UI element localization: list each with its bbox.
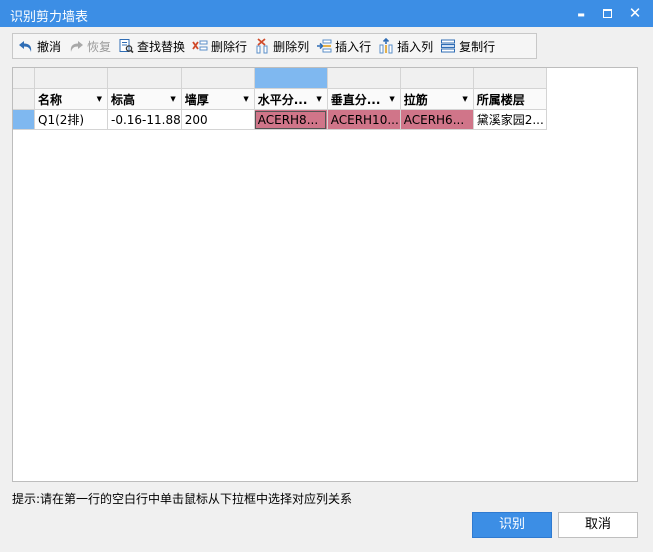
mapping-cell[interactable]: [107, 68, 182, 89]
delete-row-icon: [192, 40, 208, 51]
cell-floor[interactable]: 黛溪家园2...: [472, 109, 547, 130]
mapping-cell[interactable]: [472, 68, 547, 89]
mapping-cell[interactable]: [34, 68, 108, 89]
cell-elevation[interactable]: -0.16-11.88: [107, 109, 182, 130]
chevron-down-icon[interactable]: ▼: [316, 95, 321, 103]
insert-row-label: 插入行: [335, 39, 372, 54]
undo-button[interactable]: 撤消: [15, 35, 65, 57]
redo-icon: [70, 41, 84, 52]
toolbar: 撤消 恢复 查找替换 删除行 删除列 插入行 插入列 复制行: [12, 33, 537, 59]
mapping-cell[interactable]: [180, 68, 255, 89]
table-row: Q1(2排) -0.16-11.88 200 ACERH8... ACERH10…: [13, 109, 547, 130]
maximize-button[interactable]: [597, 4, 617, 22]
delete-column-button[interactable]: 删除列: [251, 35, 313, 57]
header-corner: [13, 88, 35, 110]
window-title: 识别剪力墙表: [10, 10, 89, 25]
find-replace-button[interactable]: 查找替换: [115, 35, 189, 57]
delete-row-label: 删除行: [211, 39, 248, 54]
row-selector[interactable]: [13, 109, 35, 130]
header-row: 名称 ▼ 标高 ▼ 墙厚 ▼ 水平分... ▼ 垂直分... ▼ 拉筋 ▼ 所属楼层: [13, 88, 547, 110]
chevron-down-icon[interactable]: ▼: [462, 95, 467, 103]
column-header-floor[interactable]: 所属楼层: [472, 88, 547, 110]
insert-row-icon: [317, 39, 332, 53]
maximize-icon: [602, 9, 612, 18]
recognition-grid[interactable]: 名称 ▼ 标高 ▼ 墙厚 ▼ 水平分... ▼ 垂直分... ▼ 拉筋 ▼ 所属楼层 Q1(…: [12, 67, 638, 482]
insert-column-button[interactable]: 插入列: [375, 35, 437, 57]
find-replace-icon: [119, 39, 134, 54]
chevron-down-icon[interactable]: ▼: [170, 95, 175, 103]
grid-table: 名称 ▼ 标高 ▼ 墙厚 ▼ 水平分... ▼ 垂直分... ▼ 拉筋 ▼ 所属楼层 Q1(…: [13, 68, 547, 130]
chevron-down-icon[interactable]: ▼: [243, 95, 248, 103]
redo-label: 恢复: [87, 39, 112, 54]
chevron-down-icon[interactable]: ▼: [97, 95, 102, 103]
cell-horizontal[interactable]: ACERH8...: [253, 109, 328, 130]
cell-name[interactable]: Q1(2排): [34, 109, 108, 130]
copy-row-label: 复制行: [459, 39, 496, 54]
column-header-name[interactable]: 名称 ▼: [34, 88, 108, 110]
mapping-cell[interactable]: [399, 68, 474, 89]
insert-column-label: 插入列: [397, 39, 434, 54]
column-header-horizontal[interactable]: 水平分... ▼: [253, 88, 328, 110]
mapping-cell[interactable]: [326, 68, 401, 89]
chevron-down-icon[interactable]: ▼: [389, 95, 394, 103]
delete-row-button[interactable]: 删除行: [189, 35, 251, 57]
insert-row-button[interactable]: 插入行: [313, 35, 375, 57]
cell-vertical[interactable]: ACERH10...: [326, 109, 401, 130]
undo-label: 撤消: [37, 39, 62, 54]
hint-text: 提示:请在第一行的空白行中单击鼠标从下拉框中选择对应列关系: [12, 492, 353, 506]
column-header-elevation[interactable]: 标高 ▼: [107, 88, 182, 110]
title-bar: 识别剪力墙表 ▬ ✕: [0, 0, 653, 27]
delete-column-label: 删除列: [273, 39, 310, 54]
column-header-tie-bar[interactable]: 拉筋 ▼: [399, 88, 474, 110]
find-replace-label: 查找替换: [137, 39, 186, 54]
cell-thickness[interactable]: 200: [180, 109, 255, 130]
mapping-cell-selected[interactable]: [253, 68, 328, 89]
column-header-vertical[interactable]: 垂直分... ▼: [326, 88, 401, 110]
close-icon: ✕: [628, 4, 642, 22]
minimize-icon: ▬: [577, 10, 585, 19]
redo-button[interactable]: 恢复: [65, 35, 115, 57]
corner-cell: [13, 68, 35, 89]
copy-row-icon: [441, 39, 456, 53]
insert-column-icon: [379, 38, 393, 54]
undo-icon: [19, 41, 32, 52]
close-button[interactable]: ✕: [625, 4, 645, 22]
cancel-button[interactable]: 取消: [558, 512, 638, 538]
minimize-button[interactable]: ▬: [571, 4, 591, 22]
delete-column-icon: [256, 38, 268, 54]
column-mapping-row: [13, 68, 547, 89]
column-header-thickness[interactable]: 墙厚 ▼: [180, 88, 255, 110]
copy-row-button[interactable]: 复制行: [437, 35, 499, 57]
cell-tie-bar[interactable]: ACERH6...: [399, 109, 474, 130]
recognize-button[interactable]: 识别: [472, 512, 552, 538]
